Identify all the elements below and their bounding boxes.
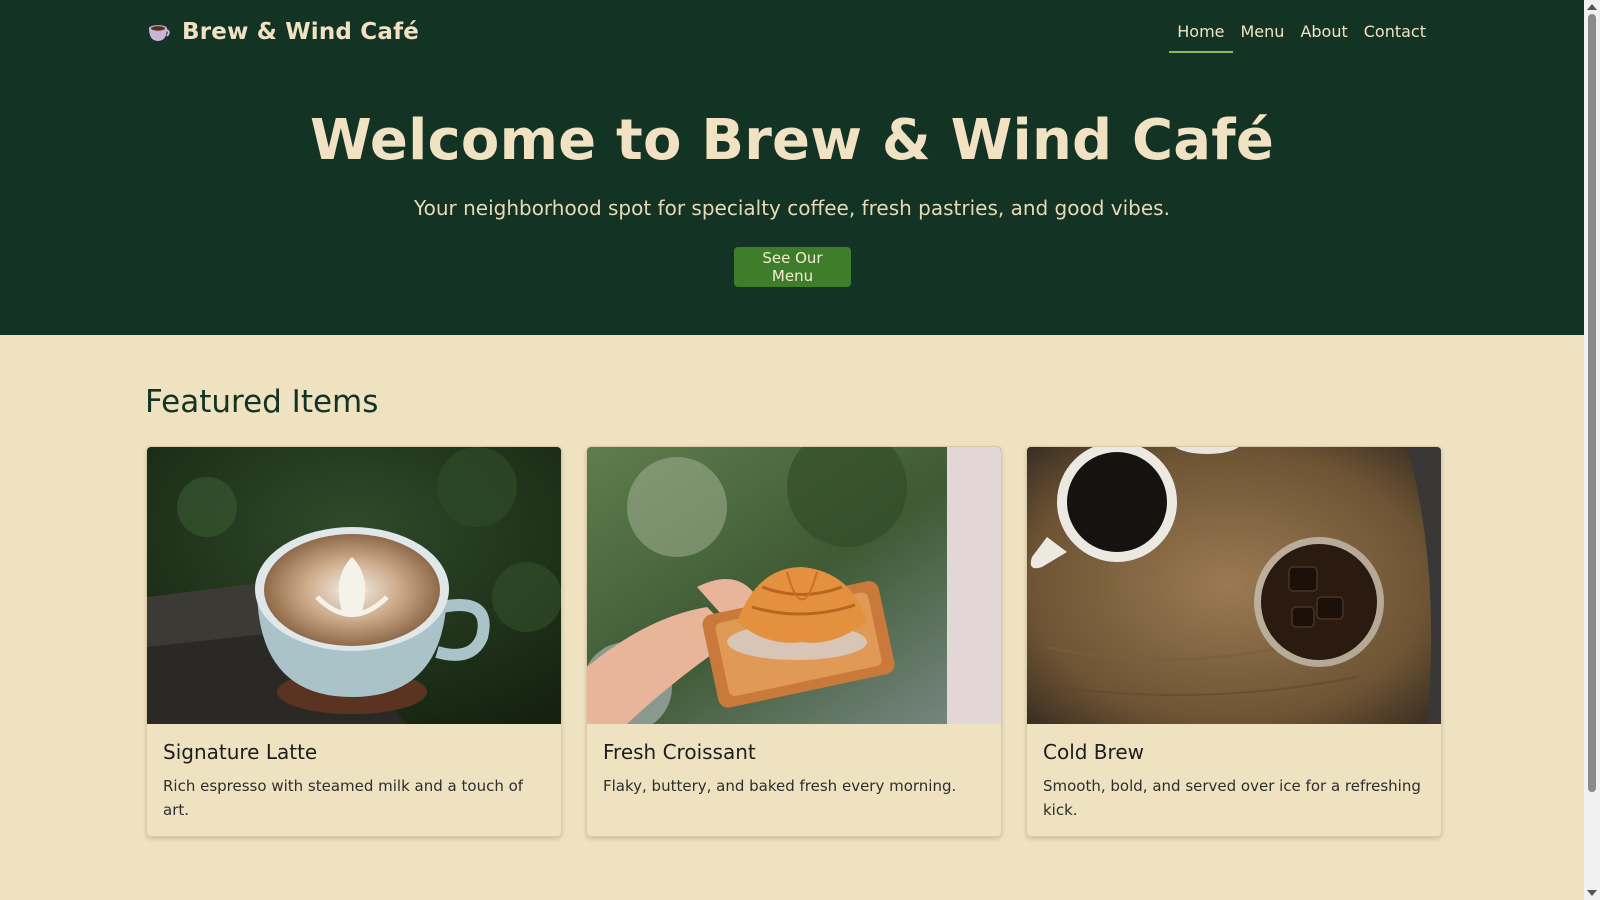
page: Brew & Wind Café Home Menu About Contact…: [0, 0, 1584, 900]
scroll-down-arrow-icon[interactable]: [1587, 890, 1597, 896]
brand[interactable]: Brew & Wind Café: [146, 14, 419, 50]
scroll-thumb[interactable]: [1588, 14, 1596, 792]
featured-card-croissant[interactable]: Fresh Croissant Flaky, buttery, and bake…: [586, 446, 1002, 837]
featured-card-cold-brew[interactable]: Cold Brew Smooth, bold, and served over …: [1026, 446, 1442, 837]
nav-home[interactable]: Home: [1169, 18, 1233, 53]
card-title: Fresh Croissant: [603, 740, 756, 764]
nav-contact[interactable]: Contact: [1356, 18, 1434, 53]
card-description: Flaky, buttery, and baked fresh every mo…: [603, 777, 957, 795]
nav-menu[interactable]: Menu: [1233, 18, 1293, 53]
croissant-photo: [587, 447, 1001, 724]
cold-brew-photo: [1027, 447, 1441, 724]
brand-title: Brew & Wind Café: [182, 19, 420, 45]
see-menu-button[interactable]: See Our Menu: [734, 247, 851, 287]
card-title: Cold Brew: [1043, 740, 1144, 764]
hero-header: Brew & Wind Café Home Menu About Contact…: [0, 0, 1584, 335]
card-description: Smooth, bold, and served over ice for a …: [1043, 777, 1421, 819]
featured-card-latte[interactable]: Signature Latte Rich espresso with steam…: [146, 446, 562, 837]
card-description: Rich espresso with steamed milk and a to…: [163, 777, 524, 819]
card-title: Signature Latte: [163, 740, 318, 764]
vertical-scrollbar[interactable]: [1584, 0, 1600, 900]
featured-heading: Featured Items: [145, 384, 379, 420]
coffee-cup-icon: [146, 19, 172, 45]
nav-about[interactable]: About: [1292, 18, 1355, 53]
main-nav: Home Menu About Contact: [1169, 18, 1434, 53]
scroll-up-arrow-icon[interactable]: [1587, 4, 1597, 10]
hero-title: Welcome to Brew & Wind Café: [309, 108, 1275, 173]
hero-subtitle: Your neighborhood spot for specialty cof…: [414, 196, 1170, 220]
latte-art-photo: [147, 447, 561, 724]
